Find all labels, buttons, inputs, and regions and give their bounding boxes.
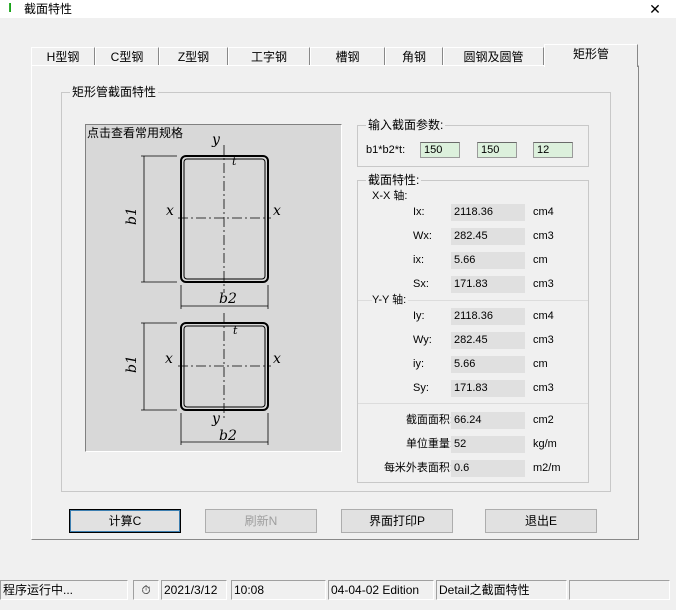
title-bar: I 截面特性 ✕ xyxy=(0,0,676,18)
status-edition: 04-04-02 Edition xyxy=(328,580,434,600)
status-date: 2021/3/12 xyxy=(161,580,227,600)
iy-unit: cm4 xyxy=(533,310,554,322)
section-group-title: 矩形管截面特性 xyxy=(70,85,159,99)
surface-area-label: 每米外表面积: xyxy=(383,462,453,474)
sy-label: Sy: xyxy=(413,382,429,394)
tab-i-beam[interactable]: 工字钢 xyxy=(228,47,310,66)
calculate-button[interactable]: 计算C xyxy=(69,509,181,533)
x-axis-label-top-left: x xyxy=(166,203,174,219)
param-label: b1*b2*t: xyxy=(366,144,406,156)
x-axis-label-top-right: x xyxy=(273,203,281,219)
wx-value: 282.45 xyxy=(451,228,525,245)
status-bar: 程序运行中... ⏱ 2021/3/12 10:08 04-04-02 Edit… xyxy=(0,578,676,602)
wy-label: Wy: xyxy=(413,334,432,346)
ry-unit: cm xyxy=(533,358,548,370)
surface-area-unit: m2/m xyxy=(533,462,561,474)
tab-c-steel[interactable]: C型钢 xyxy=(95,47,159,66)
ix-unit: cm4 xyxy=(533,206,554,218)
unit-weight-value: 52 xyxy=(451,436,525,453)
print-button[interactable]: 界面打印P xyxy=(341,509,453,533)
app-icon: I xyxy=(8,0,12,15)
wx-label: Wx: xyxy=(413,230,432,242)
sy-unit: cm3 xyxy=(533,382,554,394)
tab-rectangular-tube[interactable]: 矩形管 xyxy=(544,44,638,67)
rx-label: ix: xyxy=(413,254,424,266)
status-state: 程序运行中... xyxy=(0,580,128,600)
t-input[interactable] xyxy=(533,142,573,158)
sy-value: 171.83 xyxy=(451,380,525,397)
tab-h-steel[interactable]: H型钢 xyxy=(31,47,95,66)
surface-area-value: 0.6 xyxy=(451,460,525,477)
wy-unit: cm3 xyxy=(533,334,554,346)
sx-unit: cm3 xyxy=(533,278,554,290)
tab-round-bar-tube[interactable]: 圆钢及圆管 xyxy=(443,47,544,66)
y-axis-label-bottom: y xyxy=(211,411,221,427)
yy-axis-label: Y-Y 轴: xyxy=(372,293,409,307)
ix-value: 2118.36 xyxy=(451,204,525,221)
rect-tube-diagram: y x x t b1 b2 x x t b1 y b2 xyxy=(124,132,281,445)
window-title: 截面特性 xyxy=(24,2,73,16)
unit-weight-label: 单位重量: xyxy=(405,438,453,450)
status-module: Detail之截面特性 xyxy=(436,580,567,600)
section-drawing[interactable]: 点击查看常用规格 y x x t b1 b2 x x t b1 y b2 xyxy=(85,124,342,452)
ry-value: 5.66 xyxy=(451,356,525,373)
x-axis-label-bottom-right: x xyxy=(273,351,281,367)
iy-value: 2118.36 xyxy=(451,308,525,325)
input-params-title: 输入截面参数: xyxy=(366,118,446,132)
b2-label-bottom: b2 xyxy=(219,428,237,444)
area-value: 66.24 xyxy=(451,412,525,429)
b2-label-top: b2 xyxy=(219,291,237,307)
thickness-label-bottom: t xyxy=(233,324,238,337)
b2-input[interactable] xyxy=(477,142,517,158)
rx-unit: cm xyxy=(533,254,548,266)
rx-value: 5.66 xyxy=(451,252,525,269)
divider xyxy=(358,403,588,404)
thickness-label-top: t xyxy=(232,155,237,168)
b1-input[interactable] xyxy=(420,142,460,158)
sx-label: Sx: xyxy=(413,278,429,290)
area-label: 截面面积: xyxy=(405,414,453,426)
wx-unit: cm3 xyxy=(533,230,554,242)
wy-value: 282.45 xyxy=(451,332,525,349)
refresh-button[interactable]: 刷新N xyxy=(205,509,317,533)
tab-strip: H型钢 C型钢 Z型钢 工字钢 槽钢 角钢 圆钢及圆管 矩形管 xyxy=(31,44,639,67)
tab-channel[interactable]: 槽钢 xyxy=(310,47,385,66)
close-window-button[interactable]: ✕ xyxy=(640,0,670,18)
ry-label: iy: xyxy=(413,358,424,370)
area-unit: cm2 xyxy=(533,414,554,426)
y-axis-label-top: y xyxy=(211,132,221,148)
b1-label-bottom: b1 xyxy=(124,355,140,373)
unit-weight-unit: kg/m xyxy=(533,438,557,450)
clock-icon: ⏱ xyxy=(133,580,159,600)
status-time: 10:08 xyxy=(231,580,326,600)
tab-angle[interactable]: 角钢 xyxy=(385,47,443,66)
ix-label: Ix: xyxy=(413,206,425,218)
iy-label: Iy: xyxy=(413,310,425,322)
sx-value: 171.83 xyxy=(451,276,525,293)
exit-button[interactable]: 退出E xyxy=(485,509,597,533)
status-empty xyxy=(569,580,670,600)
x-axis-label-bottom-left: x xyxy=(165,351,173,367)
b1-label-top: b1 xyxy=(124,207,140,225)
section-properties-title: 截面特性: xyxy=(366,173,422,187)
tab-z-steel[interactable]: Z型钢 xyxy=(159,47,228,66)
xx-axis-label: X-X 轴: xyxy=(372,190,408,202)
